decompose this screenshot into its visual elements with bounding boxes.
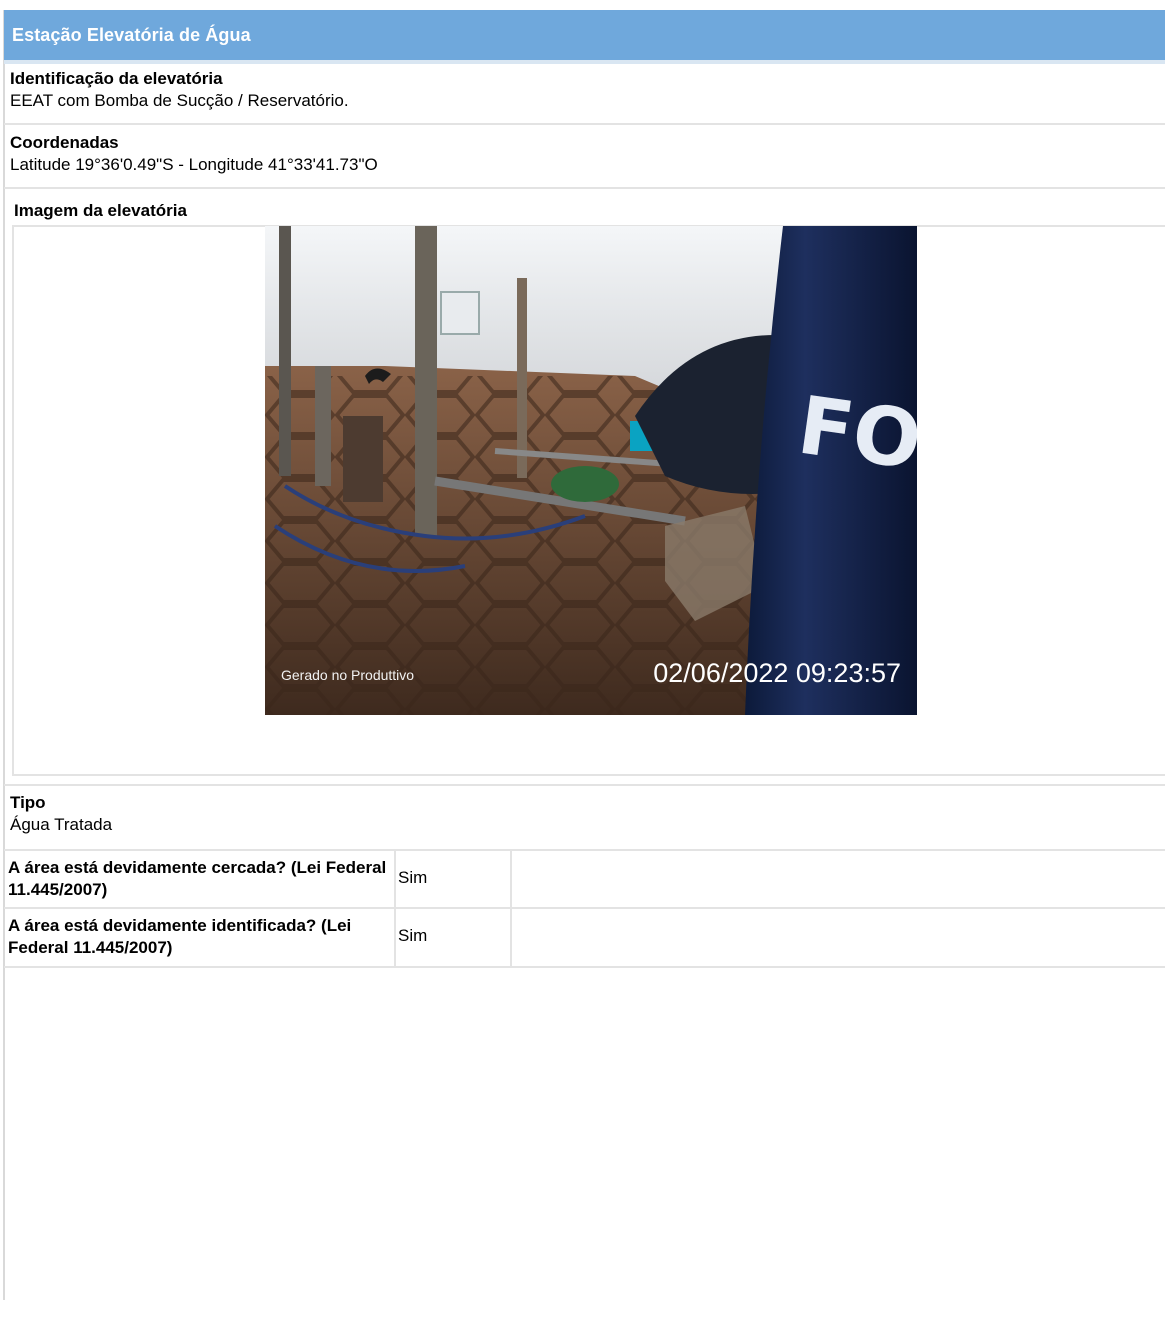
identificacao-value: EEAT com Bomba de Sucção / Reservatório. (10, 91, 349, 110)
elevatoria-photo[interactable]: FORT Gerado no Produttivo 02/06/2022 09:… (265, 226, 917, 715)
answer-text: Sim (398, 926, 428, 945)
photo-watermark: Gerado no Produttivo (281, 667, 415, 683)
tipo-value: Água Tratada (10, 815, 113, 834)
field-coordenadas: Coordenadas Latitude 19°36'0.49"S - Long… (10, 132, 378, 176)
imagem-label: Imagem da elevatória (14, 201, 187, 220)
identificacao-label: Identificação da elevatória (10, 69, 223, 88)
cell-divider (394, 851, 396, 907)
cell-divider (510, 909, 512, 966)
divider (4, 187, 1165, 189)
question-text: A área está devidamente identificada? (L… (8, 916, 352, 957)
coordenadas-label: Coordenadas (10, 133, 119, 152)
header-underline (4, 60, 1165, 64)
section-header: Estação Elevatória de Água (4, 10, 1165, 60)
divider (4, 123, 1165, 125)
field-tipo: Tipo Água Tratada (10, 792, 112, 836)
photo-timestamp: 02/06/2022 09:23:57 (653, 658, 901, 688)
section-title: Estação Elevatória de Água (12, 24, 251, 45)
page-left-border (3, 10, 5, 1300)
photo-illustration: FORT (265, 226, 917, 715)
question-text: A área está devidamente cercada? (Lei Fe… (8, 858, 387, 899)
field-imagem: Imagem da elevatória (14, 200, 187, 222)
cell-divider (394, 909, 396, 966)
divider (4, 784, 1165, 786)
field-identificacao: Identificação da elevatória EEAT com Bom… (10, 68, 349, 112)
cell-divider (510, 851, 512, 907)
question-row: A área está devidamente cercada? (Lei Fe… (4, 849, 1165, 907)
question-row: A área está devidamente identificada? (L… (4, 907, 1165, 968)
coordenadas-value: Latitude 19°36'0.49"S - Longitude 41°33'… (10, 155, 378, 174)
tipo-label: Tipo (10, 793, 46, 812)
answer-text: Sim (398, 868, 428, 887)
